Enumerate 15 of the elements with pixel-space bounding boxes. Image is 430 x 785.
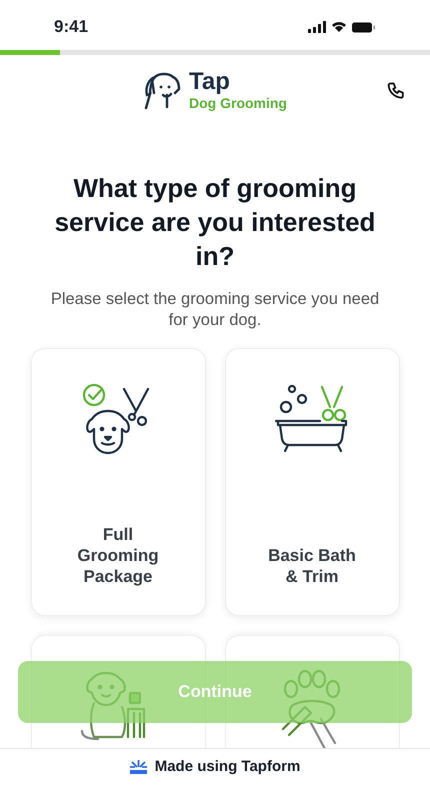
status-time: 9:41 bbox=[54, 16, 88, 38]
footer-text: Made using Tapform bbox=[154, 756, 300, 777]
service-option-card[interactable]: Basic Bath & Trim bbox=[224, 348, 400, 616]
battery-icon bbox=[352, 22, 376, 32]
service-option-card[interactable] bbox=[30, 635, 206, 661]
question-title: What type of grooming service are you interested in? bbox=[54, 172, 376, 273]
tapform-logo-icon bbox=[130, 760, 147, 774]
logo-subtitle: Dog Grooming bbox=[189, 96, 287, 110]
question-subtitle: Please select the grooming service you need for your dog. bbox=[50, 289, 380, 331]
phone-icon[interactable] bbox=[387, 81, 407, 101]
signal-icon bbox=[308, 20, 326, 34]
logo-title: Tap bbox=[189, 70, 231, 94]
service-option-card[interactable] bbox=[224, 635, 400, 661]
service-option-card[interactable]: Full Grooming Package bbox=[30, 348, 206, 616]
wifi-icon bbox=[331, 21, 347, 33]
